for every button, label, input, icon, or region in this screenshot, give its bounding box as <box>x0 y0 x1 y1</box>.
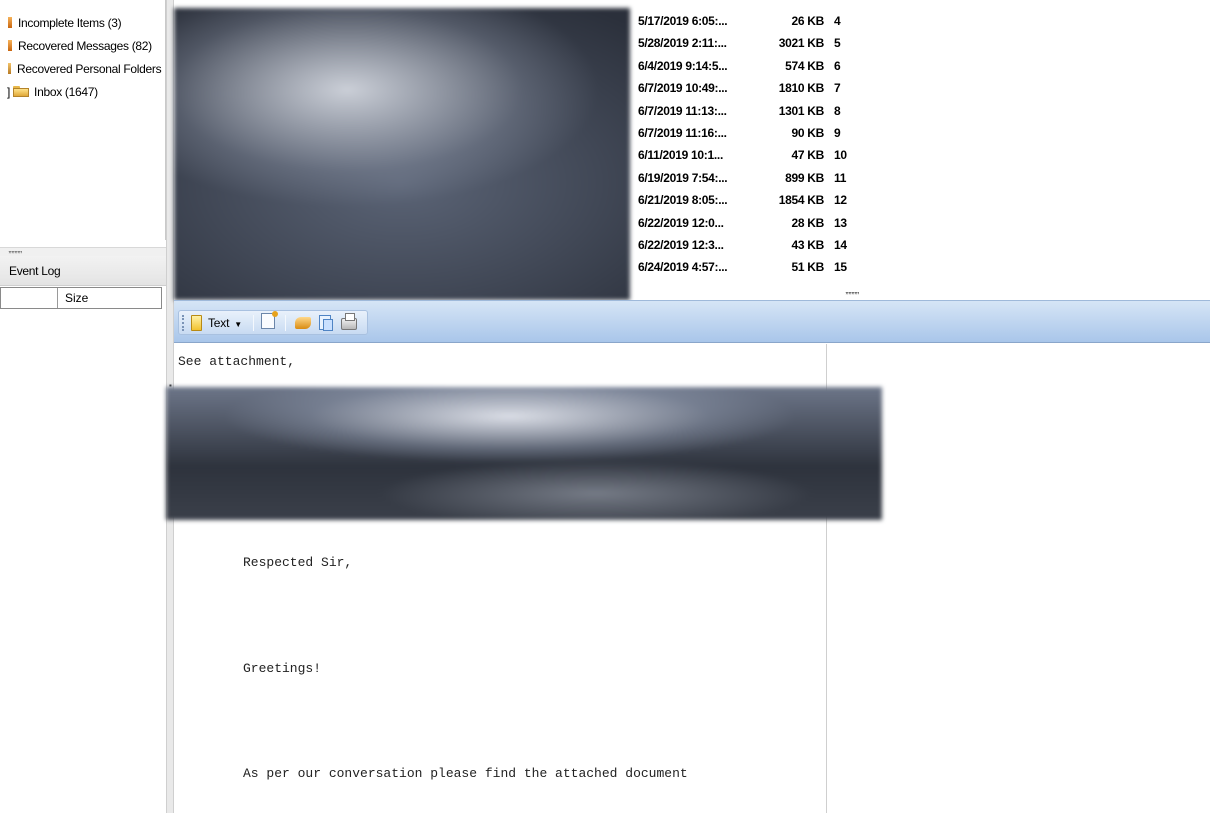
row-number: 13 <box>834 215 847 230</box>
folder-tree: Incomplete Items (3) Recovered Messages … <box>0 0 166 240</box>
row-size: 1301 KB <box>778 103 825 118</box>
list-splitter-grip-icon[interactable]: ,,,,,,,,, <box>845 285 859 295</box>
tree-item-label: Incomplete Items (3) <box>18 16 122 30</box>
text-view-label: Text <box>208 316 230 330</box>
list-row[interactable]: 6/24/2019 4:57:... 51 KB 15 <box>638 256 878 278</box>
row-number: 7 <box>834 81 841 96</box>
right-pane <box>828 344 1210 813</box>
row-number: 15 <box>834 260 847 275</box>
row-number: 14 <box>834 238 847 252</box>
row-size: 43 KB <box>791 238 824 252</box>
row-size: 90 KB <box>791 126 824 140</box>
list-row[interactable]: 6/11/2019 10:1... 47 KB 10 <box>638 144 878 166</box>
list-row[interactable]: 6/22/2019 12:3... 43 KB 14 <box>638 234 878 256</box>
row-date: 5/17/2019 6:05:... <box>638 14 728 28</box>
properties-icon[interactable] <box>261 311 278 329</box>
message-list: 5/17/2019 6:05:... 26 KB 4 5/28/2019 2:11:… <box>638 10 878 292</box>
row-date: 5/28/2019 2:11:... <box>638 36 727 51</box>
row-date: 6/22/2019 12:0... <box>638 215 724 230</box>
message-line: See attachment, <box>178 354 296 369</box>
toolbar-separator <box>285 315 286 331</box>
row-number: 5 <box>834 36 841 51</box>
row-date: 6/22/2019 12:3... <box>638 238 724 252</box>
row-number: 10 <box>834 148 847 163</box>
tree-item-label: Recovered Personal Folders <box>17 62 162 76</box>
list-row[interactable]: 6/4/2019 9:14:5... 574 KB 6 <box>638 55 878 77</box>
list-row[interactable]: 5/17/2019 6:05:... 26 KB 4 <box>638 10 878 32</box>
event-log-list <box>0 310 166 813</box>
folder-edge-icon <box>8 17 12 28</box>
message-greeting: Greetings! <box>243 661 322 676</box>
row-date: 6/21/2019 8:05:... <box>638 193 728 208</box>
note-icon <box>191 315 202 331</box>
column-header-blank[interactable] <box>1 288 58 308</box>
row-size: 26 KB <box>791 14 824 28</box>
toolbar-separator <box>253 315 254 331</box>
row-date: 6/7/2019 10:49:... <box>638 81 728 96</box>
folder-icon <box>13 86 30 97</box>
pane-splitter[interactable] <box>0 247 166 256</box>
reply-icon[interactable] <box>295 317 311 329</box>
list-row[interactable]: 6/7/2019 11:13:... 1301 KB 8 <box>638 100 878 122</box>
tree-connector: ] <box>7 85 11 99</box>
list-row[interactable]: 6/7/2019 11:16:... 90 KB 9 <box>638 122 878 144</box>
message-toolbar: Text ▼ <box>174 300 1210 343</box>
tree-item-label: Inbox (1647) <box>34 85 98 99</box>
blurred-region <box>174 8 630 300</box>
event-log-title: Event Log <box>9 264 61 278</box>
row-date: 6/7/2019 11:13:... <box>638 103 727 118</box>
folder-edge-icon <box>8 40 12 51</box>
column-header-size[interactable]: Size <box>65 291 88 305</box>
event-log-column-header: Size <box>0 287 162 309</box>
message-salutation: Respected Sir, <box>243 555 353 570</box>
row-size: 574 KB <box>785 58 824 73</box>
copy-icon[interactable] <box>319 315 333 331</box>
row-date: 6/4/2019 9:14:5... <box>638 58 728 73</box>
left-pane: Incomplete Items (3) Recovered Messages … <box>0 0 166 813</box>
toolbar-grip-icon[interactable] <box>182 315 184 331</box>
message-body-text: As per our conversation please find the … <box>243 766 688 781</box>
list-row[interactable]: 6/22/2019 12:0... 28 KB 13 <box>638 212 878 234</box>
row-size: 28 KB <box>791 215 824 230</box>
row-number: 9 <box>834 126 841 140</box>
row-number: 12 <box>834 193 847 208</box>
row-size: 899 KB <box>785 170 824 185</box>
row-size: 1810 KB <box>778 81 825 96</box>
row-number: 6 <box>834 58 841 73</box>
row-size: 51 KB <box>791 260 824 275</box>
tree-item-recovered-messages[interactable]: Recovered Messages (82) <box>0 37 152 55</box>
print-icon[interactable] <box>341 313 357 330</box>
row-size: 47 KB <box>791 148 824 163</box>
list-row[interactable]: 6/7/2019 10:49:... 1810 KB 7 <box>638 77 878 99</box>
row-size: 1854 KB <box>778 193 825 208</box>
list-row[interactable]: 6/21/2019 8:05:... 1854 KB 12 <box>638 189 878 211</box>
text-view-dropdown[interactable]: Text ▼ <box>191 313 242 333</box>
blurred-region <box>166 387 882 520</box>
row-date: 6/7/2019 11:16:... <box>638 126 727 140</box>
row-number: 8 <box>834 103 841 118</box>
tree-item-recovered-personal-folders[interactable]: Recovered Personal Folders <box>0 60 162 78</box>
list-row[interactable]: 6/19/2019 7:54:... 899 KB 11 <box>638 167 878 189</box>
row-date: 6/24/2019 4:57:... <box>638 260 728 275</box>
list-row[interactable]: 5/28/2019 2:11:... 3021 KB 5 <box>638 32 878 54</box>
row-size: 3021 KB <box>778 36 825 51</box>
row-date: 6/19/2019 7:54:... <box>638 170 728 185</box>
toolbar-strip: Text ▼ <box>178 310 368 335</box>
row-date: 6/11/2019 10:1... <box>638 148 723 163</box>
row-number: 11 <box>834 170 847 185</box>
folder-edge-icon <box>8 63 11 74</box>
row-number: 4 <box>834 14 841 28</box>
tree-item-label: Recovered Messages (82) <box>18 39 152 53</box>
tree-item-incomplete-items[interactable]: Incomplete Items (3) <box>0 14 122 32</box>
splitter-grip-icon[interactable]: ,,,,,,,,, <box>8 244 22 254</box>
chevron-down-icon: ▼ <box>234 319 243 329</box>
tree-item-inbox[interactable]: ] Inbox (1647) <box>0 83 98 101</box>
event-log-tab[interactable]: Event Log <box>0 256 166 286</box>
